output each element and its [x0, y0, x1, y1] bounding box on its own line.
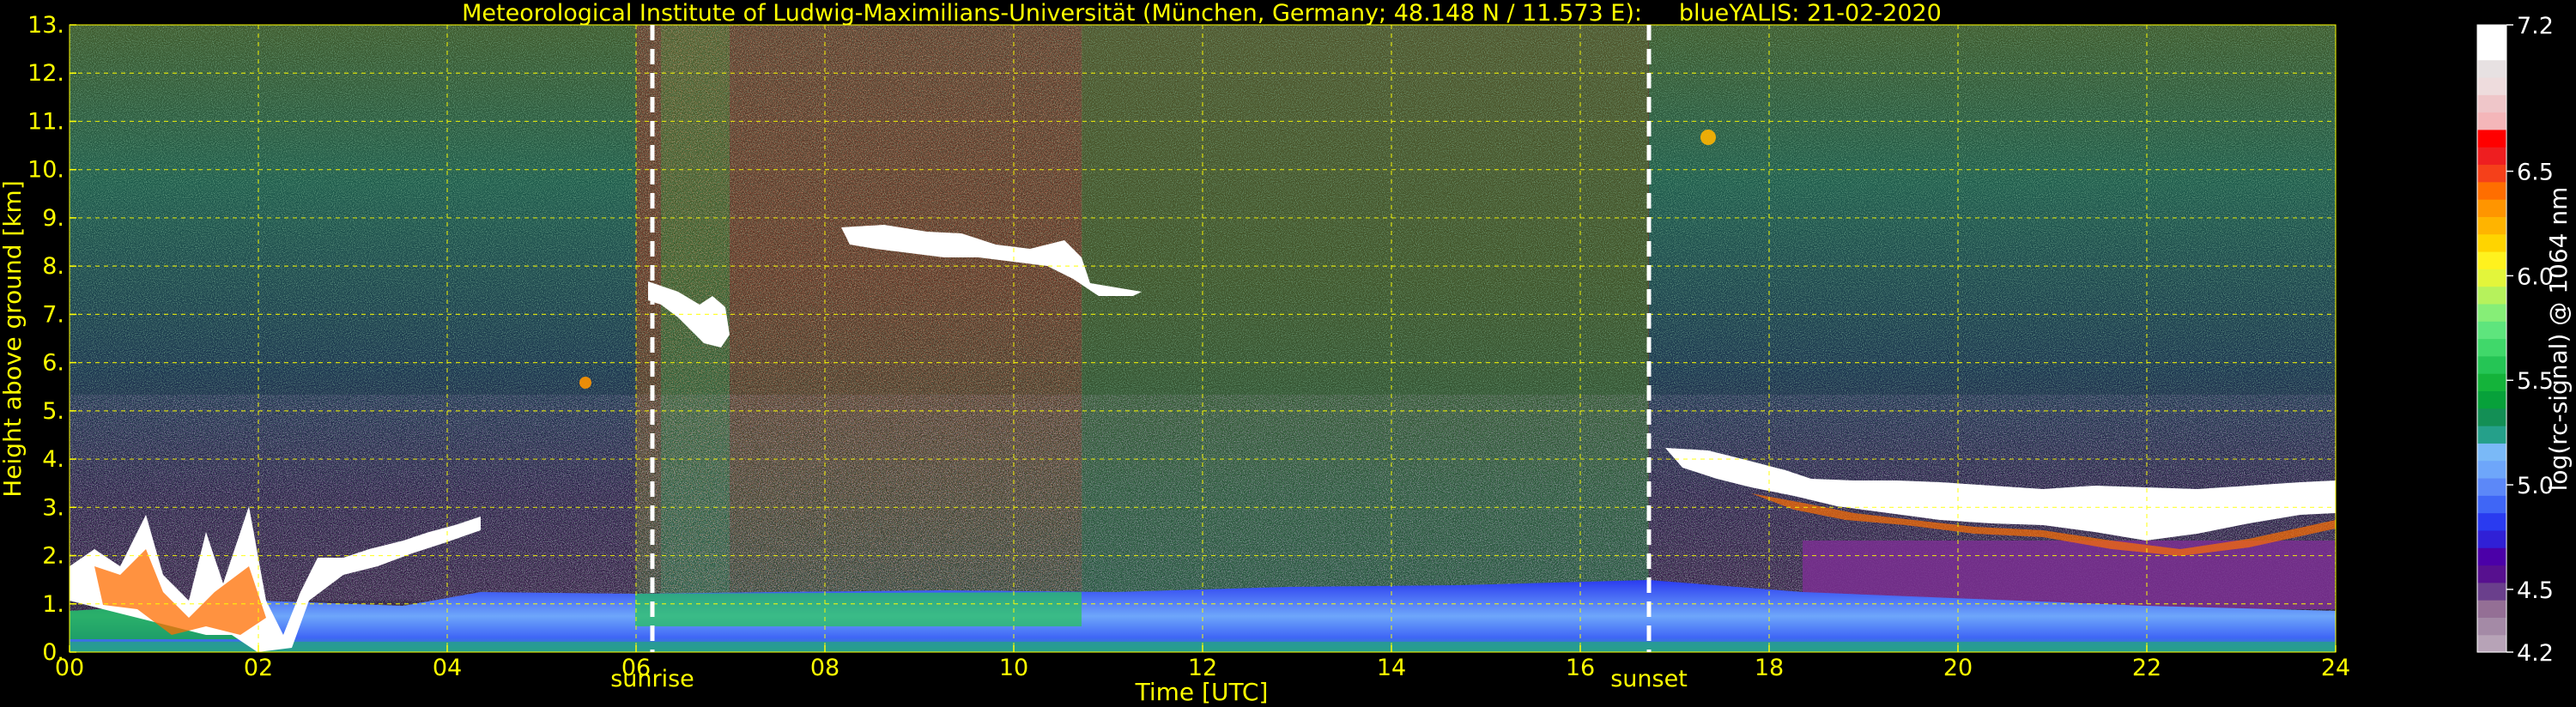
colorbar-swatch	[2477, 443, 2506, 462]
x-tick-label: 06	[621, 655, 651, 681]
colorbar-swatch	[2477, 303, 2506, 322]
y-tick-label: 12.	[27, 60, 64, 87]
x-tick-label: 18	[1755, 655, 1784, 681]
colorbar-swatch	[2477, 460, 2506, 479]
colorbar-swatch	[2477, 164, 2506, 183]
colorbar-swatch	[2477, 286, 2506, 305]
colorbar-label: log(rc-signal) @ 1064 nm	[2544, 187, 2573, 492]
colorbar-swatch	[2477, 373, 2506, 392]
x-tick-label: 16	[1566, 655, 1595, 681]
y-tick-label: 10.	[27, 157, 64, 184]
cloud-small-evening	[1700, 130, 1716, 145]
y-tick-label: 13.	[27, 12, 64, 39]
plot-area	[70, 25, 2336, 652]
colorbar-tick-label: 4.5	[2517, 577, 2554, 604]
y-tick-label: 6.	[42, 350, 64, 377]
y-tick-label: 4.	[42, 446, 64, 473]
x-tick-label: 22	[2132, 655, 2161, 681]
colorbar-tick-label: 7.2	[2517, 13, 2554, 39]
y-axis: 0.1.2.3.4.5.6.7.8.9.10.11.12.13.	[27, 12, 76, 666]
y-tick-label: 8.	[42, 253, 64, 280]
colorbar-swatch	[2477, 59, 2506, 78]
colorbar-swatch	[2477, 147, 2506, 166]
chart-title: Meteorological Institute of Ludwig-Maxim…	[462, 0, 1942, 27]
y-axis-label: Height above ground [km]	[0, 180, 27, 498]
boundary-layer-green-2	[635, 592, 1082, 626]
colorbar-swatch	[2477, 233, 2506, 252]
colorbar-swatch	[2477, 112, 2506, 130]
colorbar-swatch	[2477, 582, 2506, 601]
x-axis-label: Time [UTC]	[1135, 678, 1269, 706]
y-tick-label: 3.	[42, 494, 64, 521]
colorbar-swatch	[2477, 269, 2506, 287]
y-tick-label: 11.	[27, 108, 64, 135]
y-tick-label: 9.	[42, 205, 64, 232]
colorbar-swatch	[2477, 512, 2506, 531]
y-tick-label: 1.	[42, 591, 64, 618]
x-tick-label: 02	[244, 655, 273, 681]
colorbar-swatch	[2477, 495, 2506, 514]
x-tick-label: 20	[1943, 655, 1973, 681]
colorbar-swatch	[2477, 477, 2506, 496]
colorbar-swatch	[2477, 390, 2506, 409]
colorbar-swatch	[2477, 634, 2506, 653]
colorbar-swatch	[2477, 426, 2506, 444]
lidar-chart: sunrise sunset Meteorological Institute …	[0, 0, 2573, 706]
sunset-label: sunset	[1610, 666, 1688, 692]
colorbar-swatch	[2477, 25, 2506, 43]
colorbar-swatch	[2477, 600, 2506, 618]
colorbar-swatch	[2477, 338, 2506, 357]
cloud-small-morning	[579, 377, 591, 389]
colorbar-swatch	[2477, 547, 2506, 566]
colorbar-swatch	[2477, 321, 2506, 340]
colorbar-swatch	[2477, 181, 2506, 200]
colorbar-swatch	[2477, 355, 2506, 374]
colorbar-swatch	[2477, 94, 2506, 113]
colorbar-swatch	[2477, 617, 2506, 636]
x-tick-label: 00	[55, 655, 84, 681]
x-tick-label: 14	[1377, 655, 1406, 681]
colorbar-swatch	[2477, 199, 2506, 217]
colorbar: 4.24.55.05.56.06.57.2	[2476, 13, 2554, 667]
colorbar-swatch	[2477, 251, 2506, 269]
x-tick-label: 10	[999, 655, 1028, 681]
colorbar-tick-label: 4.2	[2517, 640, 2554, 667]
x-tick-label: 04	[433, 655, 462, 681]
y-tick-label: 7.	[42, 301, 64, 328]
colorbar-swatch	[2477, 565, 2506, 583]
colorbar-swatch	[2477, 408, 2506, 426]
colorbar-swatch	[2477, 216, 2506, 235]
colorbar-swatch	[2477, 129, 2506, 148]
colorbar-swatch	[2477, 529, 2506, 548]
colorbar-swatch	[2477, 42, 2506, 61]
x-tick-label: 08	[810, 655, 839, 681]
colorbar-swatch	[2477, 76, 2506, 95]
colorbar-tick-label: 6.5	[2517, 160, 2554, 186]
y-tick-label: 5.	[42, 398, 64, 425]
y-tick-label: 2.	[42, 543, 64, 570]
x-tick-label: 24	[2321, 655, 2350, 681]
